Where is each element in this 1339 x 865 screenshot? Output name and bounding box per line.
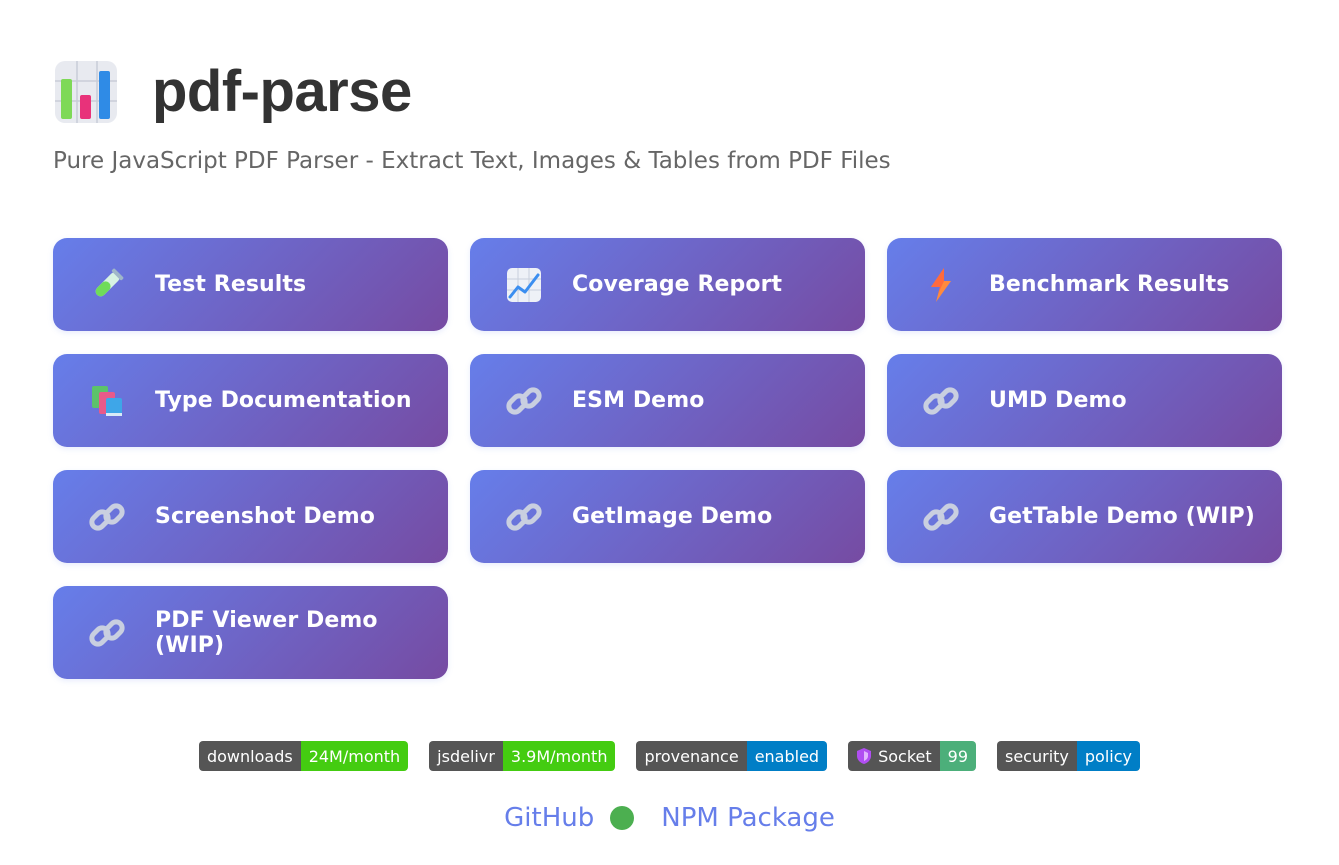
link-grid: Test Results Coverage Report Benchmark R… xyxy=(53,238,1282,679)
benchmark-results-button[interactable]: Benchmark Results xyxy=(887,238,1282,331)
bar-chart-icon xyxy=(53,59,119,125)
badge-row: downloads 24M/month jsdelivr 3.9M/month … xyxy=(0,741,1339,771)
badge-label: downloads xyxy=(198,741,301,771)
shield-icon xyxy=(857,748,872,764)
badge-label: Socket xyxy=(878,746,932,766)
esm-demo-button[interactable]: ESM Demo xyxy=(470,354,865,447)
badge-label: jsdelivr xyxy=(429,741,503,771)
test-tube-icon xyxy=(88,266,126,304)
badge-label: security xyxy=(997,741,1077,771)
link-icon xyxy=(922,498,960,536)
getimage-demo-button[interactable]: GetImage Demo xyxy=(470,470,865,563)
card-label: Type Documentation xyxy=(155,388,412,413)
provenance-badge[interactable]: provenance enabled xyxy=(636,741,828,771)
footer: GitHub NPM Package xyxy=(0,803,1339,833)
line-chart-icon xyxy=(505,266,543,304)
screenshot-demo-button[interactable]: Screenshot Demo xyxy=(53,470,448,563)
badge-value: 3.9M/month xyxy=(502,741,616,771)
badge-value: enabled xyxy=(746,741,828,771)
socket-badge[interactable]: Socket 99 xyxy=(848,741,976,771)
badge-value: 24M/month xyxy=(300,741,409,771)
link-icon xyxy=(505,382,543,420)
npm-package-link[interactable]: NPM Package xyxy=(661,803,835,833)
link-icon xyxy=(88,614,126,652)
link-icon xyxy=(88,498,126,536)
test-results-button[interactable]: Test Results xyxy=(53,238,448,331)
card-label: Screenshot Demo xyxy=(155,504,376,529)
page-title: pdf-parse xyxy=(152,59,412,124)
lightning-icon xyxy=(922,266,960,304)
downloads-badge[interactable]: downloads 24M/month xyxy=(198,741,409,771)
page-subtitle: Pure JavaScript PDF Parser - Extract Tex… xyxy=(53,148,891,174)
card-label: Test Results xyxy=(155,272,307,297)
badge-value: 99 xyxy=(939,741,976,771)
badge-value: policy xyxy=(1076,741,1140,771)
umd-demo-button[interactable]: UMD Demo xyxy=(887,354,1282,447)
card-label: GetImage Demo xyxy=(572,504,773,529)
books-icon xyxy=(88,382,126,420)
card-label: Benchmark Results xyxy=(989,272,1230,297)
jsdelivr-badge[interactable]: jsdelivr 3.9M/month xyxy=(429,741,616,771)
coverage-report-button[interactable]: Coverage Report xyxy=(470,238,865,331)
card-label: UMD Demo xyxy=(989,388,1127,413)
type-documentation-button[interactable]: Type Documentation xyxy=(53,354,448,447)
card-label: GetTable Demo (WIP) xyxy=(989,504,1255,529)
card-label: Coverage Report xyxy=(572,272,783,297)
badge-label: provenance xyxy=(636,741,747,771)
header: pdf-parse xyxy=(53,58,412,125)
link-icon xyxy=(922,382,960,420)
gettable-demo-button[interactable]: GetTable Demo (WIP) xyxy=(887,470,1282,563)
security-badge[interactable]: security policy xyxy=(997,741,1140,771)
github-link[interactable]: GitHub xyxy=(504,803,594,833)
status-dot xyxy=(610,806,635,830)
badge-label-wrap: Socket xyxy=(848,741,940,771)
card-label: PDF Viewer Demo (WIP) xyxy=(155,607,378,658)
link-icon xyxy=(505,498,543,536)
pdf-viewer-demo-button[interactable]: PDF Viewer Demo (WIP) xyxy=(53,586,448,679)
card-label: ESM Demo xyxy=(572,388,705,413)
